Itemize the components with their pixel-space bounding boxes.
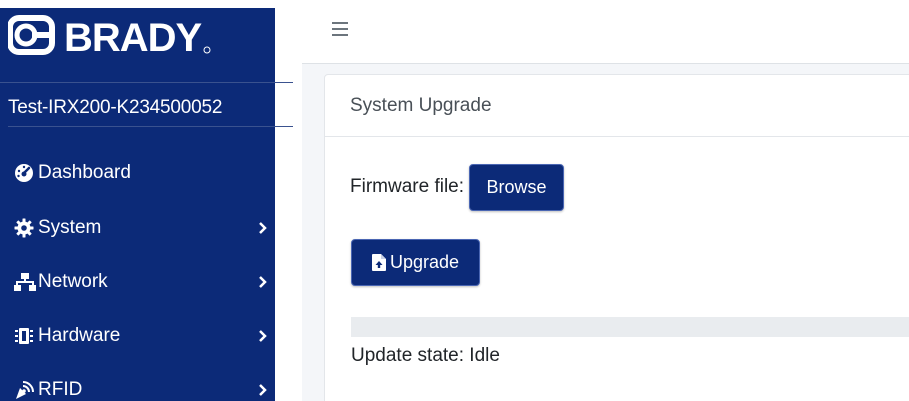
upgrade-button[interactable]: Upgrade (351, 239, 480, 286)
sidebar-item-label: Dashboard (38, 162, 131, 183)
chevron-right-icon (253, 380, 273, 400)
sidebar-divider (8, 126, 293, 127)
brady-logo-icon: BRADY (8, 15, 211, 60)
sidebar: BRADY Test-IRX200-K234500052 Dashboard S… (0, 0, 302, 401)
upgrade-button-label: Upgrade (389, 252, 460, 272)
chevron-right-icon (253, 272, 273, 292)
brand-logo[interactable]: BRADY (8, 10, 223, 62)
top-navbar (302, 0, 909, 64)
app-root: BRADY Test-IRX200-K234500052 Dashboard S… (0, 0, 909, 401)
chevron-right-icon (253, 218, 273, 238)
system-upgrade-card: System Upgrade Firmware file: Browse Upg… (324, 74, 909, 401)
sidebar-item-hardware[interactable]: Hardware (8, 316, 275, 356)
upgrade-progress-bar (351, 317, 909, 337)
sidebar-item-dashboard[interactable]: Dashboard (8, 153, 275, 193)
firmware-file-row: Firmware file: Browse (350, 163, 565, 211)
update-state: Update state: Idle (351, 345, 500, 367)
sidebar-item-label: RFID (38, 379, 83, 400)
file-upload-icon (371, 254, 386, 271)
card-header: System Upgrade (325, 75, 909, 137)
sidebar-item-label: Hardware (38, 325, 121, 346)
tachometer-icon (8, 153, 38, 193)
chip-icon (8, 316, 38, 356)
network-icon (8, 262, 38, 302)
update-state-value: Idle (469, 345, 500, 366)
sidebar-item-label: Network (38, 271, 108, 292)
sidebar-panel: BRADY Test-IRX200-K234500052 Dashboard S… (0, 8, 293, 401)
brand-name: BRADY (64, 16, 203, 60)
gear-icon (8, 208, 38, 248)
device-name: Test-IRX200-K234500052 (8, 97, 223, 118)
sidebar-item-system[interactable]: System (8, 208, 275, 248)
chevron-right-icon (253, 326, 273, 346)
browse-button[interactable]: Browse (469, 163, 565, 211)
rfid-signal-icon (8, 370, 38, 401)
hamburger-icon[interactable] (332, 22, 348, 38)
sidebar-item-label: System (38, 217, 102, 238)
update-state-label: Update state: (351, 345, 470, 366)
sidebar-item-rfid[interactable]: RFID (8, 370, 275, 401)
firmware-file-label: Firmware file: (350, 176, 465, 197)
sidebar-item-network[interactable]: Network (8, 262, 275, 302)
sidebar-divider (0, 82, 293, 83)
card-title: System Upgrade (350, 95, 492, 116)
